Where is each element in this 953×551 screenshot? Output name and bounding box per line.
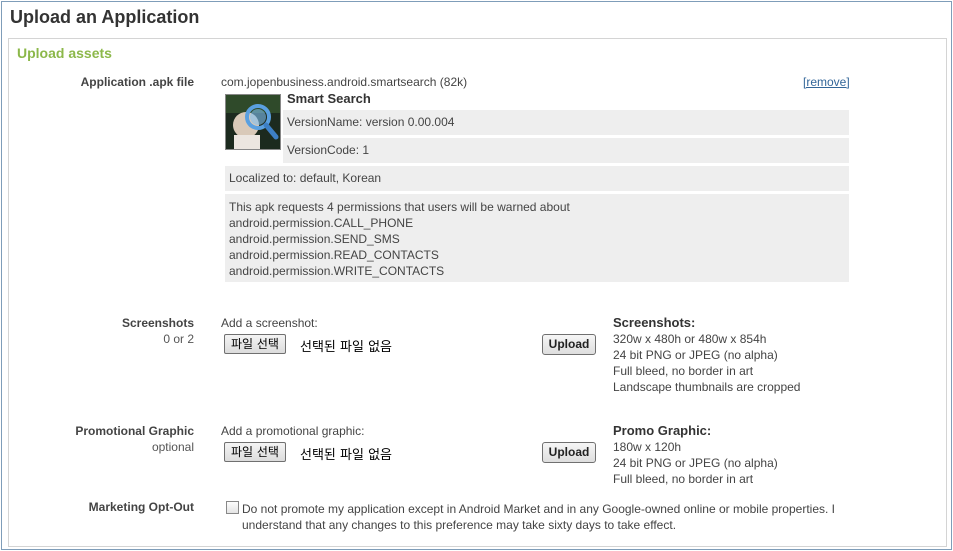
promo-file-status: 선택된 파일 없음 — [300, 448, 392, 463]
add-screenshot-label: Add a screenshot: — [221, 316, 318, 330]
upload-assets-panel: Upload assets Application .apk file com.… — [8, 38, 947, 547]
section-title: Upload assets — [17, 45, 112, 61]
app-icon — [225, 94, 281, 150]
spec-line: 320w x 480h or 480w x 854h — [613, 332, 767, 346]
spec-line: Landscape thumbnails are cropped — [613, 380, 801, 394]
app-name: Smart Search — [287, 91, 371, 106]
screenshots-label: Screenshots — [121, 316, 194, 330]
screenshot-spec: Screenshots: 320w x 480h or 480w x 854h … — [613, 315, 800, 395]
version-name: VersionName: version 0.00.004 — [283, 110, 849, 135]
spec-line: 24 bit PNG or JPEG (no alpha) — [613, 348, 778, 362]
permission-item: android.permission.READ_CONTACTS — [229, 248, 439, 262]
apk-label: Application .apk file — [80, 75, 194, 89]
add-promo-label: Add a promotional graphic: — [221, 424, 365, 438]
screenshot-upload-button[interactable]: Upload — [542, 334, 596, 355]
marketing-optout-label: Marketing Opt-Out — [88, 500, 194, 514]
permissions-intro: This apk requests 4 permissions that use… — [229, 200, 570, 214]
spec-line: 24 bit PNG or JPEG (no alpha) — [613, 456, 778, 470]
screenshots-count-hint: 0 or 2 — [163, 332, 194, 346]
screenshot-file-choose-button[interactable]: 파일 선택 — [224, 334, 286, 354]
promo-label: Promotional Graphic — [75, 424, 194, 438]
version-code: VersionCode: 1 — [283, 138, 849, 163]
marketing-optout-checkbox[interactable] — [226, 501, 239, 514]
spec-line: Full bleed, no border in art — [613, 472, 754, 486]
spec-line: Full bleed, no border in art — [613, 364, 754, 378]
permission-item: android.permission.CALL_PHONE — [229, 216, 414, 230]
page-title: Upload an Application — [10, 7, 200, 27]
remove-link[interactable]: [remove] — [803, 75, 850, 89]
promo-file-choose-button[interactable]: 파일 선택 — [224, 442, 286, 462]
promo-optional-hint: optional — [151, 440, 194, 454]
localized-languages: Localized to: default, Korean — [225, 166, 849, 191]
spec-line: 180w x 120h — [613, 440, 682, 454]
permission-item: android.permission.SEND_SMS — [229, 232, 400, 246]
promo-spec-title: Promo Graphic: — [613, 423, 712, 438]
marketing-optout-text: Do not promote my application except in … — [242, 502, 835, 532]
apk-filename: com.jopenbusiness.android.smartsearch (8… — [221, 75, 468, 89]
promo-upload-button[interactable]: Upload — [542, 442, 596, 463]
upload-window: Upload an Application Upload assets Appl… — [1, 1, 952, 550]
permissions-box: This apk requests 4 permissions that use… — [225, 194, 849, 282]
screenshot-spec-title: Screenshots: — [613, 315, 696, 330]
permission-item: android.permission.WRITE_CONTACTS — [229, 264, 445, 278]
screenshot-file-status: 선택된 파일 없음 — [300, 340, 392, 355]
promo-spec: Promo Graphic: 180w x 120h 24 bit PNG or… — [613, 423, 778, 487]
